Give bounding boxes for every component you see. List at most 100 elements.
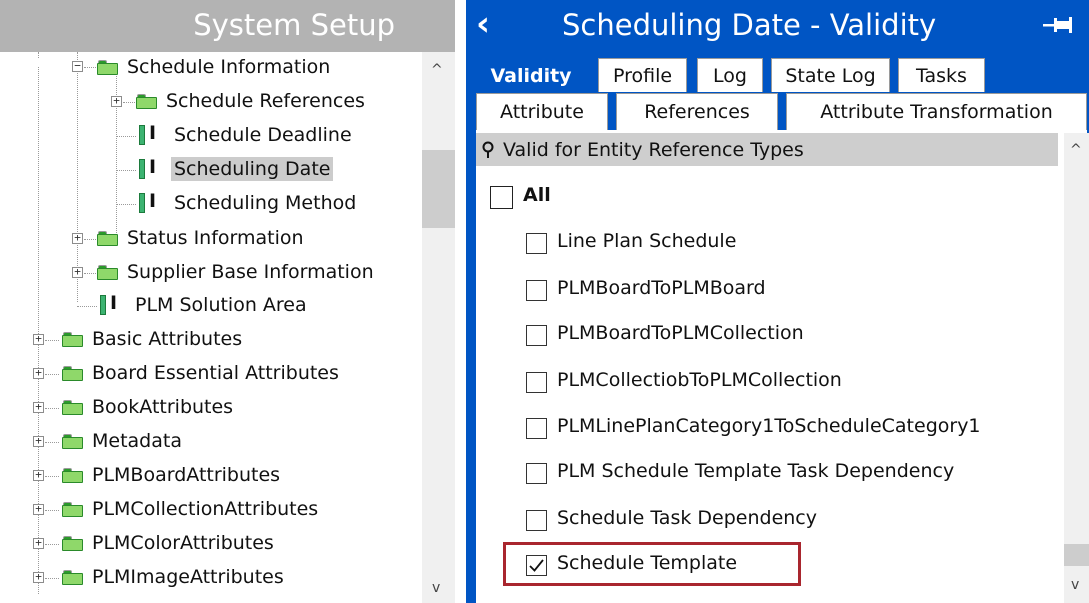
option-label: PLMLinePlanCategory1ToScheduleCategory1 [557, 415, 981, 437]
scroll-up-icon[interactable]: ^ [431, 62, 443, 78]
expand-toggle[interactable]: + [33, 503, 44, 515]
tree-item-schedule-references[interactable]: Schedule References [136, 86, 368, 116]
scroll-up-icon[interactable]: ^ [1070, 142, 1082, 158]
tree-item-schedule-deadline[interactable]: I Schedule Deadline [136, 120, 355, 150]
tree-item-bookattributes[interactable]: BookAttributes [62, 392, 236, 422]
tab-state-log[interactable]: State Log [771, 58, 890, 92]
validity-content [476, 130, 1087, 603]
right-scrollbar[interactable] [1064, 133, 1089, 603]
checkbox-schedule-task-dependency[interactable] [526, 510, 547, 531]
panel-divider[interactable] [455, 0, 466, 603]
tree-item-plm-solution-area[interactable]: I PLM Solution Area [97, 290, 310, 320]
left-scrollbar[interactable] [422, 52, 455, 603]
tree-connector [45, 510, 59, 511]
expand-toggle[interactable]: + [33, 333, 44, 345]
setup-tree[interactable]: − Schedule Information + Schedule Refere… [0, 52, 422, 603]
tree-item-label: Scheduling Method [174, 192, 357, 214]
option-label: PLMBoardToPLMCollection [557, 322, 804, 344]
tree-item-plmcolorattributes[interactable]: PLMColorAttributes [62, 528, 277, 558]
tab-attribute-transformation[interactable]: Attribute Transformation [786, 93, 1087, 130]
tab-tasks[interactable]: Tasks [898, 58, 985, 92]
right-panel-title: Scheduling Date - Validity [562, 8, 937, 42]
tree-item-metadata[interactable]: Metadata [62, 426, 185, 456]
attribute-icon: I [97, 292, 126, 316]
tree-item-label: BookAttributes [92, 396, 234, 418]
expand-toggle[interactable]: + [33, 435, 44, 447]
collapse-toggle[interactable]: − [72, 60, 83, 72]
tree-item-plmcollectionattributes[interactable]: PLMCollectionAttributes [62, 494, 321, 524]
tab-references[interactable]: References [616, 93, 778, 130]
tree-item-label: Schedule Information [127, 56, 331, 78]
tree-item-status-information[interactable]: Status Information [97, 223, 307, 253]
tree-connector [45, 544, 59, 545]
tab-profile[interactable]: Profile [598, 58, 687, 92]
folder-icon [62, 399, 83, 415]
expand-toggle[interactable]: + [111, 95, 122, 107]
tree-connector [116, 204, 136, 205]
folder-icon [62, 331, 83, 347]
pin-icon [482, 141, 494, 158]
right-panel-header: ‹ Scheduling Date - Validity [466, 0, 1089, 52]
highlight-box [503, 542, 801, 586]
tree-item-basic-attributes[interactable]: Basic Attributes [62, 324, 245, 354]
tree-item-label: Metadata [92, 430, 182, 452]
folder-icon [62, 501, 83, 517]
checkbox-plmlineplancategory1toschedulecategory1[interactable] [526, 418, 547, 439]
tree-connector [116, 170, 136, 171]
expand-toggle[interactable]: + [33, 401, 44, 413]
tree-item-scheduling-date[interactable]: I Scheduling Date [136, 154, 334, 184]
expand-toggle[interactable]: + [33, 537, 44, 549]
tree-item-label: Status Information [127, 227, 304, 249]
expand-toggle[interactable]: + [72, 232, 83, 244]
option-label: Schedule Task Dependency [557, 507, 817, 529]
folder-icon [97, 59, 118, 75]
tree-item-plmboardattributes[interactable]: PLMBoardAttributes [62, 460, 283, 490]
right-scrollbar-thumb[interactable] [1064, 544, 1089, 566]
checkbox-all[interactable] [490, 186, 513, 209]
checkbox-plmboardtoplmcollection[interactable] [526, 325, 547, 346]
checkbox-plmboardtoplmboard[interactable] [526, 280, 547, 301]
tab-log[interactable]: Log [697, 58, 763, 92]
expand-toggle[interactable]: + [33, 469, 44, 481]
tree-connector [84, 273, 98, 274]
tree-item-supplier-base-information[interactable]: Supplier Base Information [97, 257, 377, 287]
tree-item-label: Scheduling Date [171, 157, 334, 181]
attribute-icon: I [136, 122, 165, 146]
checkbox-line-plan-schedule[interactable] [526, 233, 547, 254]
tree-item-label: Basic Attributes [92, 328, 243, 350]
tree-item-label: PLMImageAttributes [92, 566, 284, 588]
checkbox-plm-schedule-template-task-dependency[interactable] [526, 463, 547, 484]
section-header[interactable]: Valid for Entity Reference Types [476, 133, 1058, 166]
tree-item-plmimageattributes[interactable]: PLMImageAttributes [62, 562, 287, 592]
option-label: PLMCollectiobToPLMCollection [557, 369, 842, 391]
option-label: PLMBoardToPLMBoard [557, 277, 766, 299]
tree-item-scheduling-method[interactable]: I Scheduling Method [136, 188, 359, 218]
checkbox-plmcollectiobtoplmcollection[interactable] [526, 372, 547, 393]
option-label: PLM Schedule Template Task Dependency [557, 460, 955, 482]
folder-icon [97, 264, 118, 280]
attribute-icon: I [136, 190, 165, 214]
scroll-down-icon[interactable]: v [432, 580, 440, 596]
tree-connector [84, 67, 98, 68]
tree-connector [45, 340, 59, 341]
folder-icon [62, 433, 83, 449]
tree-item-label: Schedule Deadline [174, 124, 352, 146]
tree-item-label: PLMColorAttributes [92, 532, 274, 554]
pin-icon[interactable] [1043, 14, 1075, 36]
tree-item-schedule-information[interactable]: Schedule Information [97, 52, 333, 82]
expand-toggle[interactable]: + [33, 367, 44, 379]
tree-item-board-essential-attributes[interactable]: Board Essential Attributes [62, 358, 342, 388]
tree-item-label: PLM Solution Area [135, 294, 307, 316]
chevron-left-icon[interactable]: ‹ [476, 6, 490, 42]
checkbox-all-label: All [523, 184, 551, 206]
expand-toggle[interactable]: + [33, 571, 44, 583]
folder-icon [62, 365, 83, 381]
expand-toggle[interactable]: + [72, 266, 83, 278]
scroll-down-icon[interactable]: v [1071, 577, 1079, 593]
left-panel-title: System Setup [193, 8, 395, 42]
folder-icon [62, 569, 83, 585]
tab-validity[interactable]: Validity [476, 58, 586, 92]
left-panel-header: System Setup [0, 0, 455, 52]
left-scrollbar-thumb[interactable] [422, 150, 455, 228]
tab-attribute[interactable]: Attribute [476, 93, 608, 130]
